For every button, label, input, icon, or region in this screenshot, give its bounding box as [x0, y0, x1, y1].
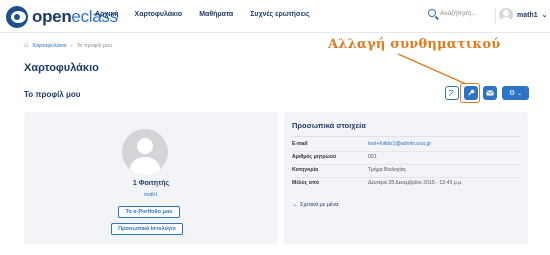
eportfolio-button[interactable]: Το e-Portfolio μου — [118, 206, 180, 218]
personal-info-card — [284, 112, 528, 244]
personal-blog-button[interactable]: Προσωπικό Ιστολόγιο — [111, 223, 183, 235]
about-me-toggle[interactable]: ⌄ Σχετικά με μένα — [292, 201, 339, 209]
divider — [292, 151, 520, 152]
profile-username: math1 — [144, 192, 158, 198]
divider — [292, 164, 520, 165]
settings-dropdown-button[interactable]: ⚙ ⌄ — [502, 86, 529, 100]
edit-icon — [449, 90, 454, 96]
profile-toolbar: ⚙ ⌄ — [445, 86, 529, 100]
about-me-label: Σχετικά με μένα — [300, 201, 339, 208]
highlight-box — [460, 83, 480, 103]
chevron-down-icon: ⌄ — [292, 202, 298, 208]
gear-icon: ⚙ — [508, 90, 516, 97]
user-role: 1 Φοιτητής — [132, 180, 170, 187]
divider — [292, 136, 520, 137]
edit-profile-button[interactable] — [445, 86, 459, 100]
personal-info-title: Προσωπικά στοιχεία — [292, 121, 366, 130]
chevron-down-icon: ⌄ — [517, 90, 523, 97]
info-label: Μέλος από — [292, 180, 320, 186]
info-value: Δευτέρα 28 Δεκεμβρίου 2015 - 12:43 μ.μ. — [368, 180, 463, 186]
divider — [292, 177, 520, 178]
mail-icon — [486, 90, 494, 96]
profile-avatar — [122, 129, 168, 175]
messages-button[interactable] — [483, 86, 497, 100]
info-row-member-since: Μέλος από Δευτέρα 28 Δεκεμβρίου 2015 - 1… — [292, 180, 520, 191]
